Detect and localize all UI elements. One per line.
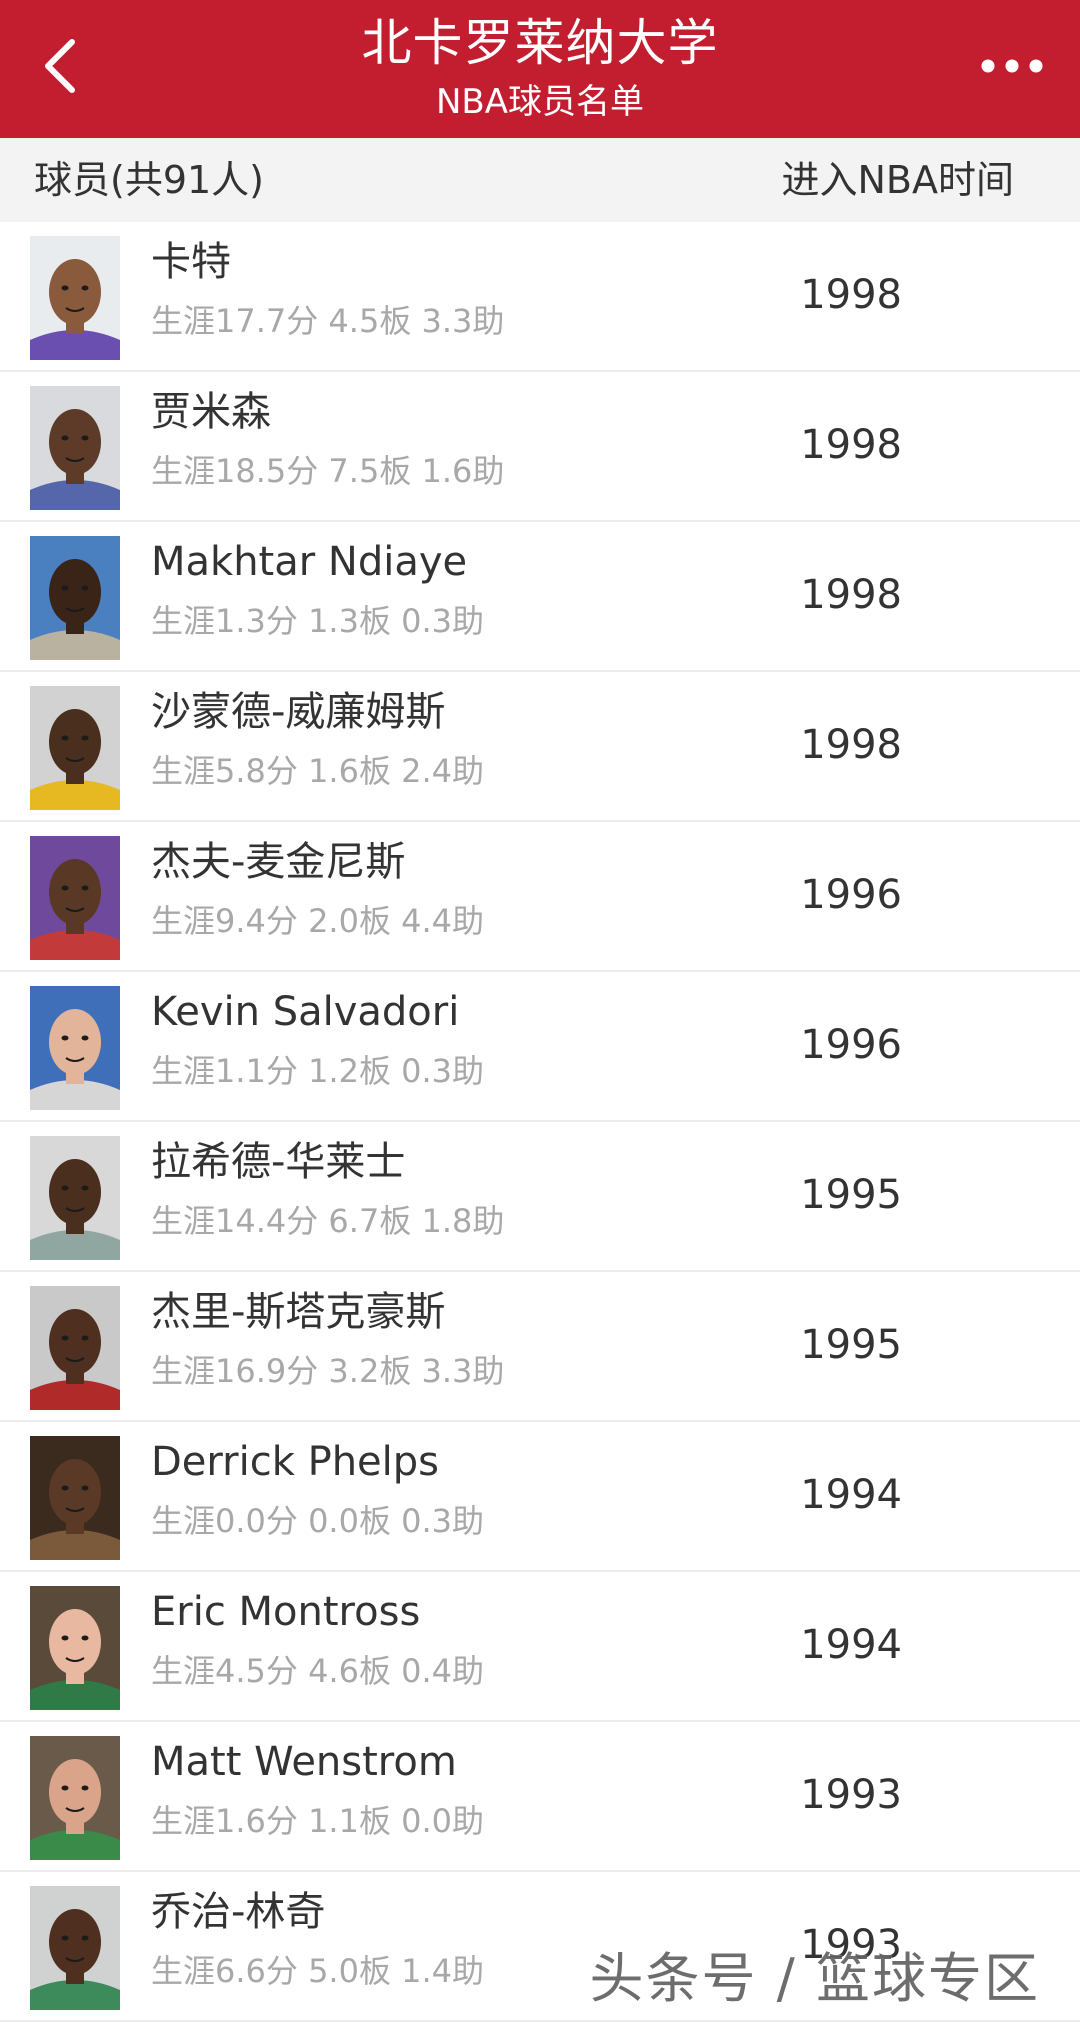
player-row[interactable]: 杰里-斯塔克豪斯生涯16.9分 3.2板 3.3助 1995 bbox=[0, 1272, 1080, 1422]
player-avatar bbox=[30, 1286, 120, 1410]
player-draft-year: 1998 bbox=[800, 722, 902, 768]
player-name: 杰夫-麦金尼斯 bbox=[151, 839, 406, 885]
player-draft-year: 1998 bbox=[800, 272, 902, 318]
player-row[interactable]: Matt Wenstrom 生涯1.6分 1.1板 0.0助 1993 bbox=[0, 1722, 1080, 1872]
player-count-label: 球员(共91人) bbox=[34, 158, 265, 202]
player-career-stats: 生涯5.8分 1.6板 2.4助 bbox=[151, 752, 485, 790]
more-button[interactable] bbox=[972, 38, 1052, 98]
player-avatar bbox=[30, 686, 120, 810]
player-career-stats: 生涯6.6分 5.0板 1.4助 bbox=[151, 1952, 485, 1990]
player-draft-year: 1994 bbox=[800, 1472, 902, 1518]
player-avatar bbox=[30, 836, 120, 960]
player-draft-year: 1995 bbox=[800, 1172, 902, 1218]
player-draft-year: 1995 bbox=[800, 1322, 902, 1368]
player-draft-year: 1993 bbox=[800, 1772, 902, 1818]
player-draft-year: 1998 bbox=[800, 572, 902, 618]
player-row[interactable]: 贾米森生涯18.5分 7.5板 1.6助 1998 bbox=[0, 372, 1080, 522]
player-name: Matt Wenstrom bbox=[151, 1739, 457, 1785]
player-name: Kevin Salvadori bbox=[151, 989, 460, 1035]
player-career-stats: 生涯9.4分 2.0板 4.4助 bbox=[151, 902, 485, 940]
player-row[interactable]: Makhtar Ndiaye 生涯1.3分 1.3板 0.3助 1998 bbox=[0, 522, 1080, 672]
player-avatar bbox=[30, 1136, 120, 1260]
player-career-stats: 生涯1.3分 1.3板 0.3助 bbox=[151, 602, 485, 640]
player-name: Makhtar Ndiaye bbox=[151, 539, 468, 585]
watermark: 头条号 / 篮球专区 bbox=[589, 1947, 1040, 2010]
player-draft-year: 1996 bbox=[800, 872, 902, 918]
player-career-stats: 生涯0.0分 0.0板 0.3助 bbox=[151, 1502, 485, 1540]
player-name: Derrick Phelps bbox=[151, 1439, 440, 1485]
player-name: 沙蒙德-威廉姆斯 bbox=[151, 689, 446, 735]
player-row[interactable]: Eric Montross 生涯4.5分 4.6板 0.4助 1994 bbox=[0, 1572, 1080, 1722]
player-name: 杰里-斯塔克豪斯 bbox=[151, 1289, 446, 1335]
list-column-header: 球员(共91人) 进入NBA时间 bbox=[0, 138, 1080, 222]
player-career-stats: 生涯14.4分 6.7板 1.8助 bbox=[151, 1202, 505, 1240]
page-subtitle: NBA球员名单 bbox=[435, 82, 645, 122]
player-row[interactable]: Kevin Salvadori 生涯1.1分 1.2板 0.3助 1996 bbox=[0, 972, 1080, 1122]
player-list: 卡特 生涯17.7分 4.5板 3.3助 1998 贾米森 生涯18.5分 7.5板 1… bbox=[0, 222, 1080, 2022]
player-row[interactable]: 拉希德-华莱士生涯14.4分 6.7板 1.8助 1995 bbox=[0, 1122, 1080, 1272]
player-avatar bbox=[30, 236, 120, 360]
player-name: Eric Montross bbox=[151, 1589, 421, 1635]
player-career-stats: 生涯1.1分 1.2板 0.3助 bbox=[151, 1052, 485, 1090]
player-name: 卡特 bbox=[151, 239, 231, 285]
player-avatar bbox=[30, 986, 120, 1110]
player-name: 贾米森 bbox=[151, 389, 271, 435]
player-career-stats: 生涯4.5分 4.6板 0.4助 bbox=[151, 1652, 485, 1690]
player-row[interactable]: Derrick Phelps 生涯0.0分 0.0板 0.3助 1994 bbox=[0, 1422, 1080, 1572]
player-draft-year: 1996 bbox=[800, 1022, 902, 1068]
page-title: 北卡罗莱纳大学 bbox=[361, 14, 719, 72]
player-career-stats: 生涯16.9分 3.2板 3.3助 bbox=[151, 1352, 505, 1390]
player-row[interactable]: 沙蒙德-威廉姆斯生涯5.8分 1.6板 2.4助 1998 bbox=[0, 672, 1080, 822]
player-avatar bbox=[30, 1586, 120, 1710]
app-header: 北卡罗莱纳大学 NBA球员名单 bbox=[0, 0, 1080, 138]
player-avatar bbox=[30, 1886, 120, 2010]
player-avatar bbox=[30, 386, 120, 510]
player-career-stats: 生涯18.5分 7.5板 1.6助 bbox=[151, 452, 505, 490]
player-avatar bbox=[30, 1436, 120, 1560]
player-name: 拉希德-华莱士 bbox=[151, 1139, 406, 1185]
player-avatar bbox=[30, 536, 120, 660]
player-draft-year: 1994 bbox=[800, 1622, 902, 1668]
draft-year-label: 进入NBA时间 bbox=[781, 158, 1015, 202]
player-row[interactable]: 杰夫-麦金尼斯生涯9.4分 2.0板 4.4助 1996 bbox=[0, 822, 1080, 972]
player-career-stats: 生涯17.7分 4.5板 3.3助 bbox=[151, 302, 505, 340]
more-dots-icon bbox=[980, 58, 1044, 78]
player-career-stats: 生涯1.6分 1.1板 0.0助 bbox=[151, 1802, 485, 1840]
player-avatar bbox=[30, 1736, 120, 1860]
player-draft-year: 1998 bbox=[800, 422, 902, 468]
player-row[interactable]: 卡特生涯17.7分 4.5板 3.3助 1998 bbox=[0, 222, 1080, 372]
player-name: 乔治-林奇 bbox=[151, 1889, 326, 1935]
